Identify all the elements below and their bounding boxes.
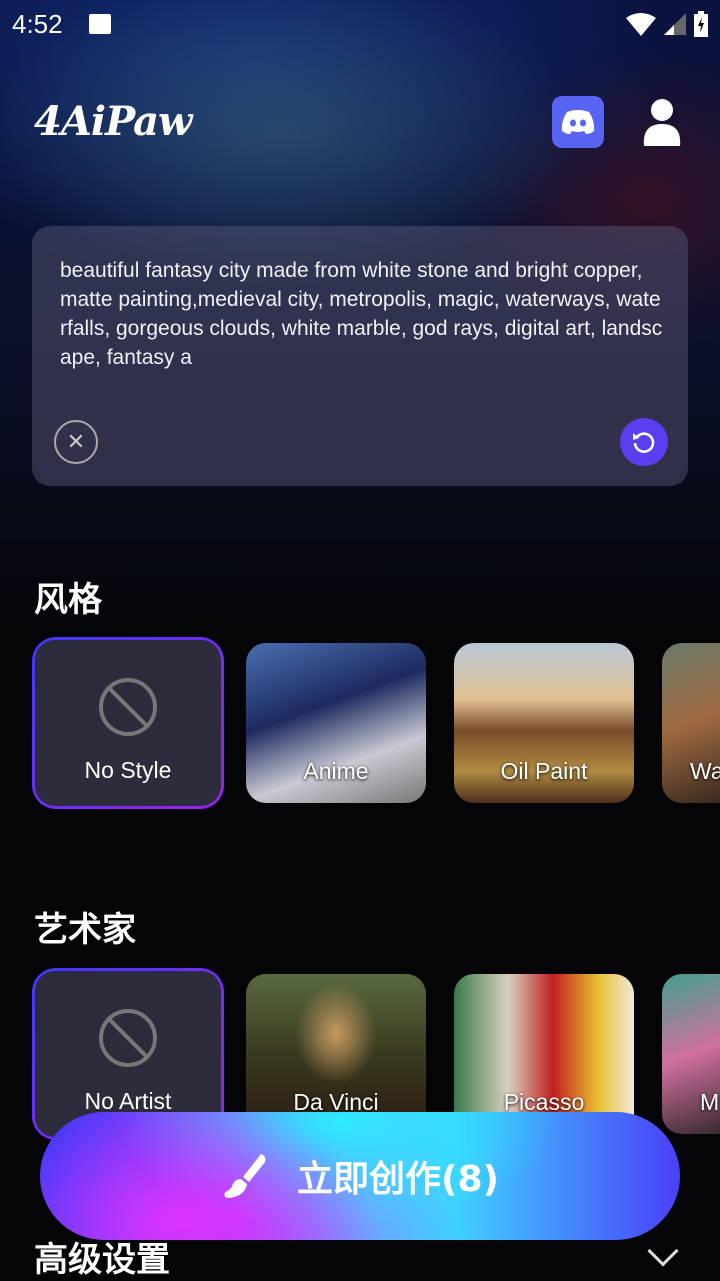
card-label: Oil Paint <box>500 758 588 784</box>
card-label: No Style <box>84 757 172 783</box>
user-profile-icon[interactable] <box>640 98 684 146</box>
style-card-4[interactable]: Wa <box>662 643 720 803</box>
style-list: No Style Anime Oil Paint Wa <box>0 637 720 812</box>
style-card-oil-paint[interactable]: Oil Paint <box>454 643 634 803</box>
card-label: Wa <box>690 758 720 784</box>
no-artist-icon <box>99 1009 157 1067</box>
refresh-icon <box>633 432 655 453</box>
close-icon: ✕ <box>66 429 86 455</box>
discord-button[interactable] <box>552 96 604 148</box>
discord-icon <box>561 110 595 134</box>
artist-card-4[interactable]: M <box>662 974 720 1134</box>
status-bar: 4:52 <box>0 0 720 48</box>
style-card-no-style[interactable]: No Style <box>32 637 224 809</box>
style-section-title: 风格 <box>34 580 102 620</box>
random-prompt-button[interactable] <box>620 418 668 466</box>
signal-icon <box>664 13 686 35</box>
card-label: M <box>700 1089 720 1115</box>
style-card-anime[interactable]: Anime <box>246 643 426 803</box>
battery-charging-icon <box>694 11 708 37</box>
wifi-icon <box>626 13 656 36</box>
image-notification-icon <box>88 14 111 34</box>
status-time: 4:52 <box>12 8 63 39</box>
prompt-input[interactable]: beautiful fantasy city made from white s… <box>60 256 664 372</box>
prompt-box[interactable]: beautiful fantasy city made from white s… <box>32 226 688 486</box>
paintbrush-icon <box>224 1154 266 1198</box>
card-label: Anime <box>303 758 369 784</box>
create-now-label: 立即创作(8) <box>297 1159 499 1200</box>
create-now-button[interactable]: 立即创作(8) <box>40 1112 680 1240</box>
artist-section-title: 艺术家 <box>34 910 136 950</box>
clear-prompt-button[interactable]: ✕ <box>54 420 98 464</box>
app-logo: 4AiPaw <box>34 98 192 145</box>
artist-card-picasso[interactable]: Picasso <box>454 974 634 1134</box>
no-style-icon <box>99 678 157 736</box>
artist-card-da-vinci[interactable]: Da Vinci <box>246 974 426 1134</box>
card-label: No Artist <box>84 1088 172 1114</box>
